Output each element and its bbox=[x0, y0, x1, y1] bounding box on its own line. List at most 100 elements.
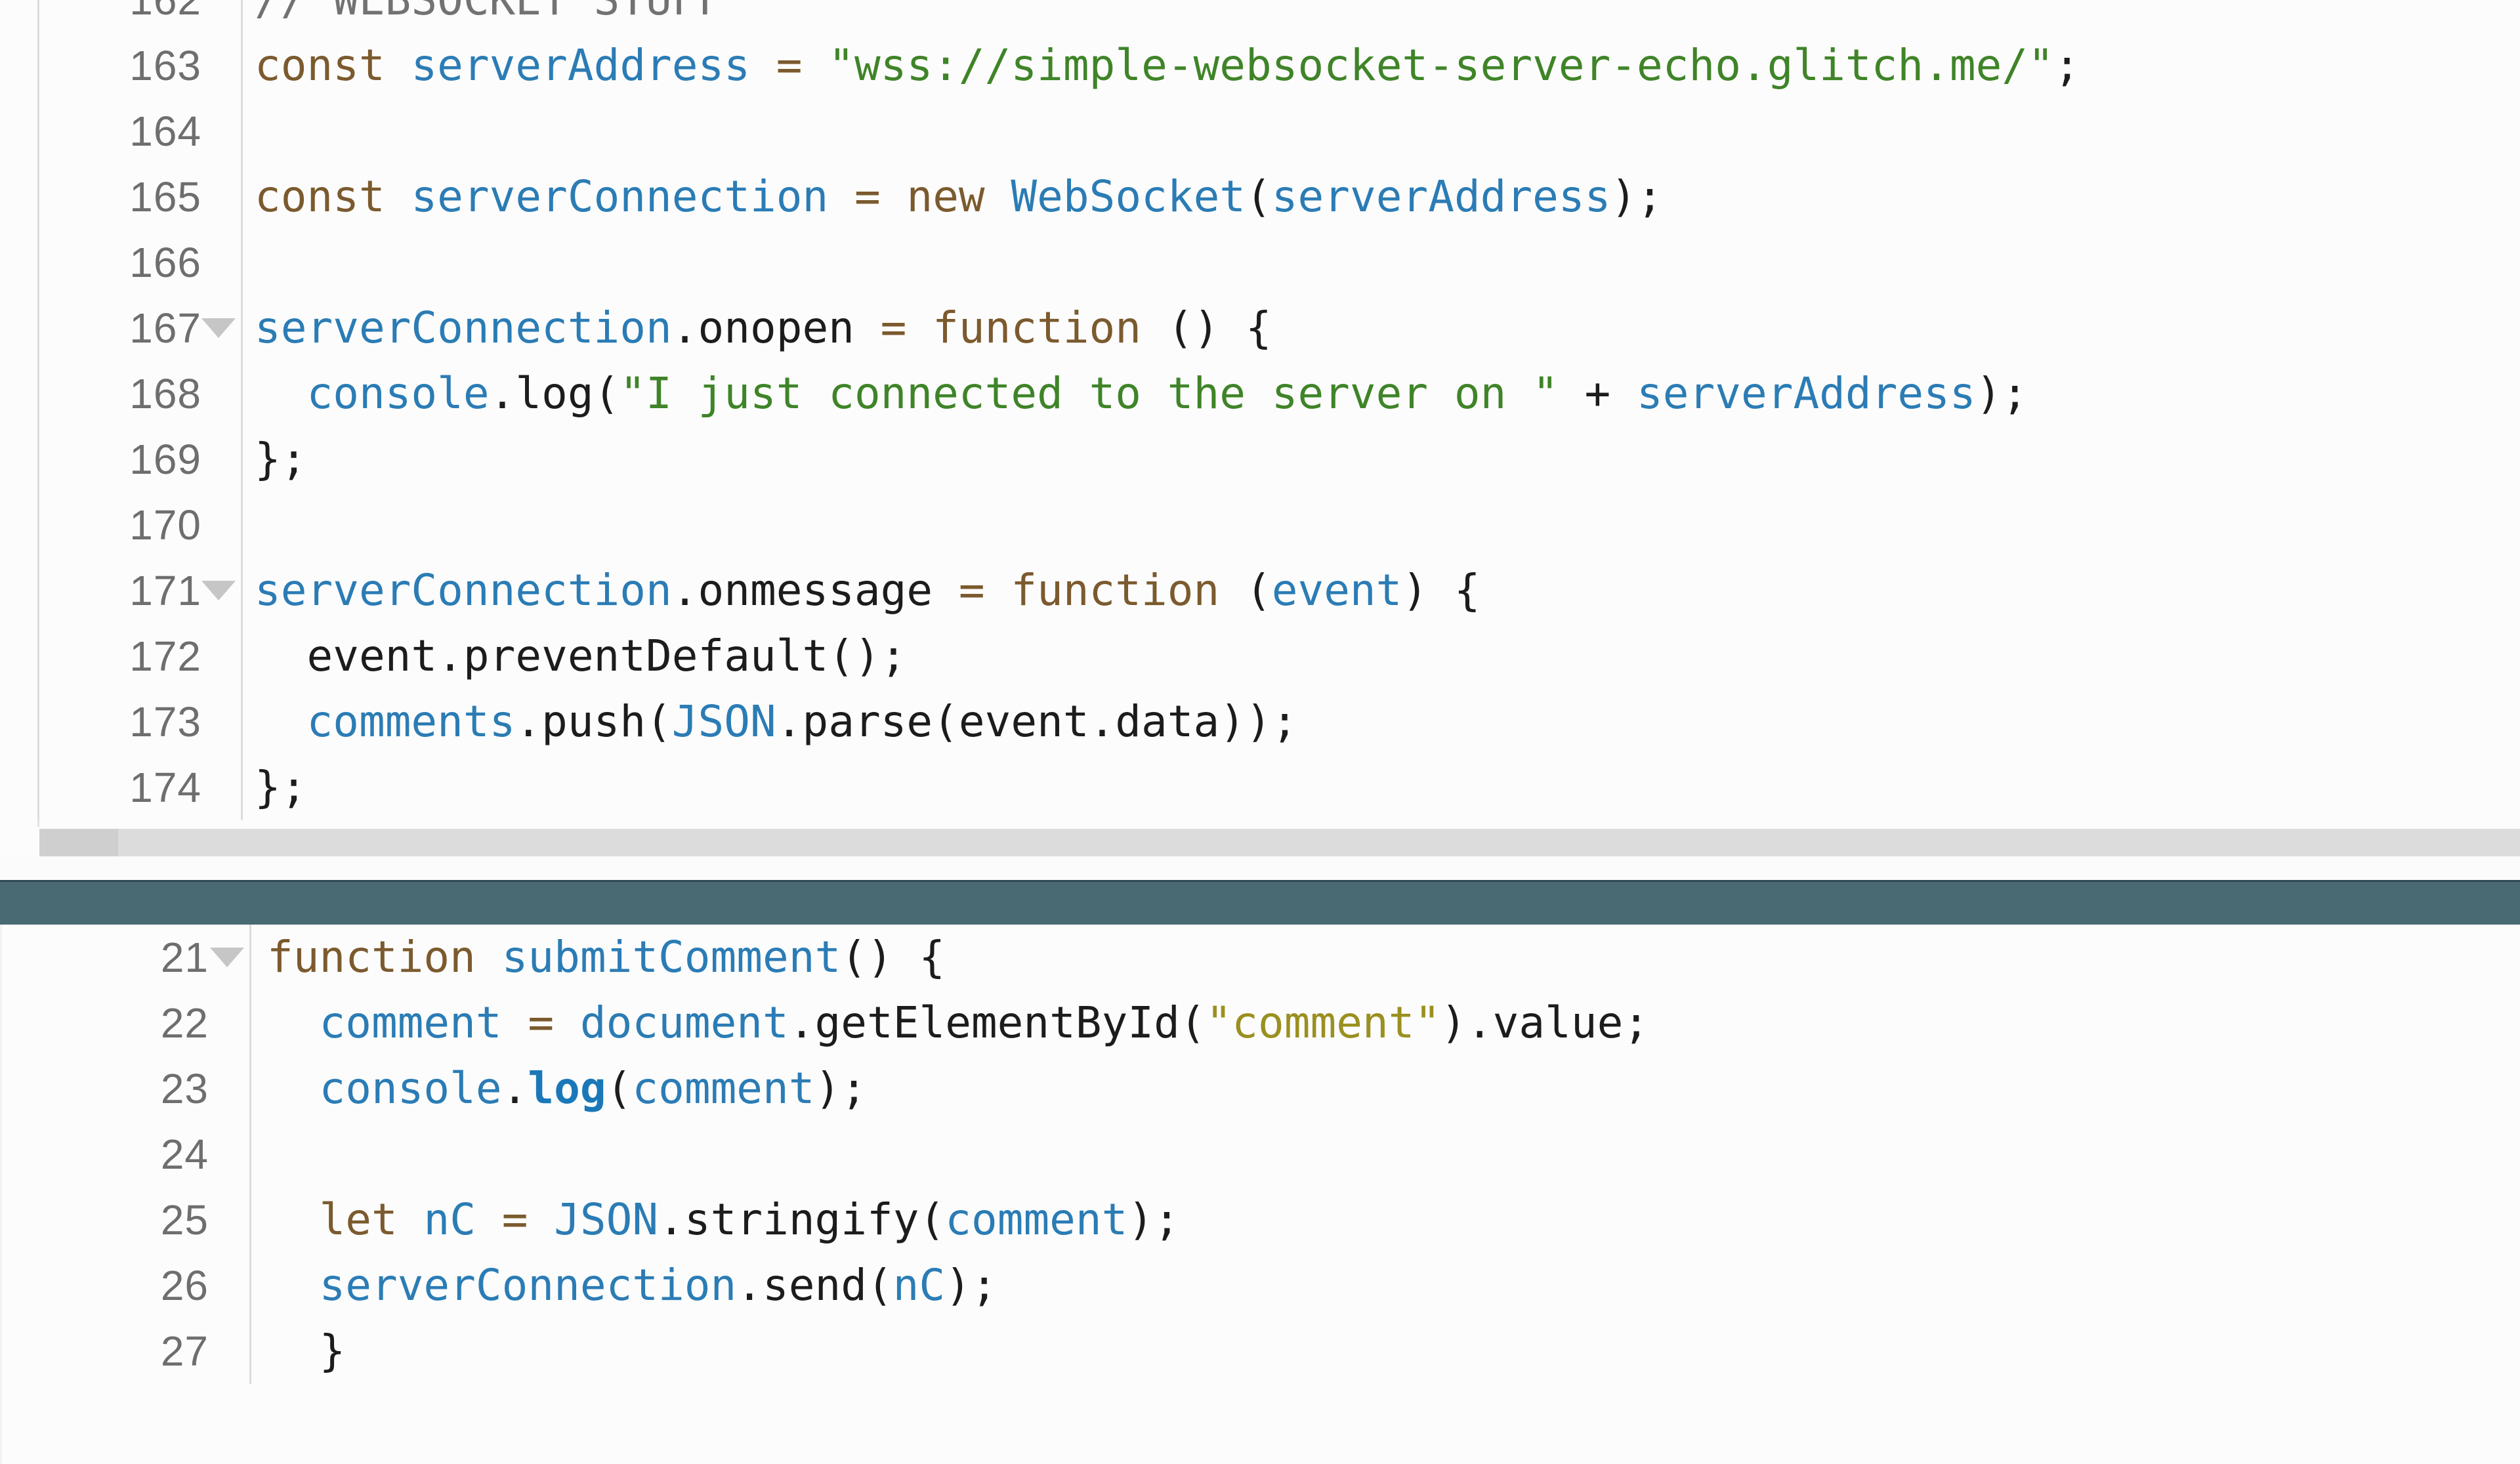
line-number: 166 bbox=[37, 230, 241, 295]
code-token-keyword: function bbox=[1011, 565, 1220, 616]
code-line-text[interactable]: // WEBSOCKET STUFF bbox=[241, 0, 2520, 33]
code-line[interactable]: 25 let nC = JSON .stringify(comment); bbox=[0, 1187, 2520, 1253]
code-token-plain: ).value; bbox=[1440, 997, 1650, 1048]
code-line-text[interactable]: const serverConnection = new WebSocket(s… bbox=[241, 164, 2520, 230]
code-token-keyword: new bbox=[906, 171, 985, 222]
code-line[interactable]: 165 const serverConnection = new WebSocke… bbox=[0, 164, 2520, 230]
code-line-text[interactable]: comment = document .getElementById("comme… bbox=[249, 990, 2520, 1056]
code-token-ident: submitComment bbox=[501, 932, 841, 982]
line-number: 25 bbox=[39, 1187, 249, 1253]
code-line[interactable]: 174}; bbox=[0, 755, 2520, 820]
code-token-ident: serverAddress bbox=[1637, 368, 1976, 419]
line-number: 164 bbox=[37, 98, 241, 164]
chevron-down-icon[interactable] bbox=[201, 581, 236, 600]
code-token-plain: }; bbox=[255, 762, 307, 812]
pane-bottom-viewport[interactable]: 21 function submitComment() {22 comment =… bbox=[0, 925, 2520, 1384]
code-line[interactable]: 171 serverConnection .onmessage = function… bbox=[0, 558, 2520, 623]
code-line-text[interactable] bbox=[241, 492, 2520, 558]
code-line[interactable]: 169}; bbox=[0, 427, 2520, 492]
code-line[interactable]: 167 serverConnection .onopen = function ()… bbox=[0, 295, 2520, 361]
line-number: 174 bbox=[37, 755, 241, 820]
editor-pane-bottom[interactable]: 21 function submitComment() {22 comment =… bbox=[0, 925, 2520, 1464]
code-line-text[interactable]: serverConnection .onmessage = function (e… bbox=[241, 558, 2520, 623]
chevron-down-icon[interactable] bbox=[210, 948, 244, 967]
line-number: 165 bbox=[37, 164, 241, 230]
code-token-plain: }; bbox=[255, 434, 307, 484]
pane-top-viewport[interactable]: 162// WEBSOCKET STUFF163const serverAddr… bbox=[0, 0, 2520, 820]
code-token-keyword: const bbox=[255, 40, 385, 91]
code-token-keyword: = bbox=[854, 171, 881, 222]
code-line[interactable]: 23 console. log(comment); bbox=[0, 1056, 2520, 1121]
code-line[interactable]: 22 comment = document .getElementById("co… bbox=[0, 990, 2520, 1056]
chevron-down-icon[interactable] bbox=[201, 318, 236, 338]
code-line-text[interactable]: }; bbox=[241, 755, 2520, 820]
editor-pane-top[interactable]: 162// WEBSOCKET STUFF163const serverAddr… bbox=[0, 0, 2520, 856]
code-line-text[interactable] bbox=[241, 230, 2520, 295]
code-token-plain: .log( bbox=[489, 368, 620, 419]
code-token-plain: ) { bbox=[1402, 565, 1480, 616]
code-token-plain: ( bbox=[1246, 171, 1272, 222]
code-line-text[interactable]: comments .push(JSON .parse(event.data)); bbox=[241, 689, 2520, 755]
code-token-plain: . bbox=[501, 1063, 528, 1114]
code-token-plain: ( bbox=[1219, 565, 1272, 616]
code-line-text[interactable]: serverConnection .send(nC); bbox=[249, 1253, 2520, 1318]
code-line[interactable]: 26 serverConnection .send(nC); bbox=[0, 1253, 2520, 1318]
code-line[interactable]: 162 // WEBSOCKET STUFF bbox=[0, 0, 2520, 33]
line-number: 22 bbox=[39, 990, 249, 1056]
code-line[interactable]: 24 bbox=[0, 1121, 2520, 1187]
code-line-text[interactable]: let nC = JSON .stringify(comment); bbox=[249, 1187, 2520, 1253]
code-token-string: "wss://simple-websocket-server-echo.glit… bbox=[828, 40, 2054, 91]
code-line[interactable]: 27 } bbox=[0, 1318, 2520, 1384]
code-line[interactable]: 21 function submitComment() { bbox=[0, 925, 2520, 990]
code-token-keyword: = bbox=[880, 303, 933, 353]
code-token-ident: serverAddress bbox=[1271, 171, 1611, 222]
code-token-plain: } bbox=[267, 1326, 346, 1376]
code-line-text[interactable] bbox=[249, 1121, 2520, 1187]
scrollbar-thumb[interactable] bbox=[39, 829, 118, 856]
code-line-text[interactable]: }; bbox=[241, 427, 2520, 492]
code-token-plain: ; bbox=[2053, 40, 2080, 91]
code-line-text[interactable] bbox=[241, 98, 2520, 164]
code-token-keyword: function bbox=[933, 303, 1142, 353]
line-number: 171 bbox=[37, 558, 241, 623]
code-token-plain: .stringify( bbox=[658, 1194, 946, 1245]
code-line[interactable]: 166 bbox=[0, 230, 2520, 295]
pane-top-horizontal-scrollbar[interactable] bbox=[39, 829, 2520, 856]
code-line-text[interactable]: serverConnection .onopen = function () { bbox=[241, 295, 2520, 361]
code-token-ident: nC bbox=[423, 1194, 476, 1245]
code-token-string2: "comment" bbox=[1206, 997, 1441, 1048]
line-number: 21 bbox=[39, 925, 249, 990]
line-number: 24 bbox=[39, 1121, 249, 1187]
line-number: 23 bbox=[39, 1056, 249, 1121]
line-number: 26 bbox=[39, 1253, 249, 1318]
code-line[interactable]: 168 console .log("I just connected to the… bbox=[0, 361, 2520, 427]
code-token-plain: .getElementById( bbox=[788, 997, 1206, 1048]
code-line[interactable]: 170 bbox=[0, 492, 2520, 558]
line-number: 167 bbox=[37, 295, 241, 361]
code-line-text[interactable]: function submitComment() { bbox=[249, 925, 2520, 990]
code-token-ident: comments bbox=[306, 696, 516, 747]
code-line[interactable]: 172 event.preventDefault(); bbox=[0, 623, 2520, 689]
code-line[interactable]: 163 const serverAddress = "wss://simple-w… bbox=[0, 33, 2520, 98]
code-line-text[interactable]: } bbox=[249, 1318, 2520, 1384]
code-token-plain: .push( bbox=[515, 696, 672, 747]
code-line-text[interactable]: console .log("I just connected to the ser… bbox=[241, 361, 2520, 427]
code-line-text[interactable]: const serverAddress = "wss://simple-webs… bbox=[241, 33, 2520, 98]
code-token-ident: serverConnection bbox=[411, 171, 829, 222]
code-line-text[interactable]: event.preventDefault(); bbox=[241, 623, 2520, 689]
code-token-plain: ); bbox=[1127, 1194, 1180, 1245]
code-token-plain: () { bbox=[841, 932, 946, 982]
code-line[interactable]: 173 comments .push(JSON .parse(event.data)… bbox=[0, 689, 2520, 755]
code-line[interactable]: 164 bbox=[0, 98, 2520, 164]
code-line-text[interactable]: console. log(comment); bbox=[249, 1056, 2520, 1121]
pane-splitter[interactable] bbox=[0, 880, 2520, 927]
